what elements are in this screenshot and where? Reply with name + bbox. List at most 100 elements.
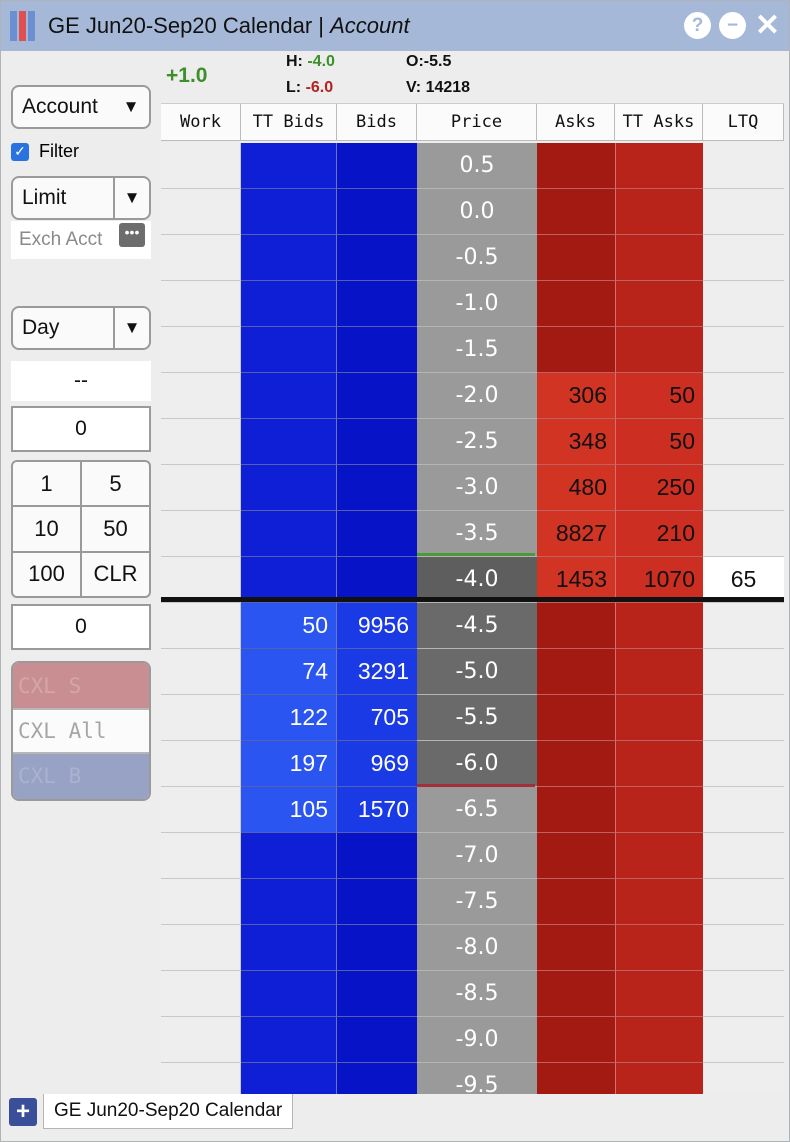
- asks-cell[interactable]: [537, 925, 615, 971]
- ladder-row[interactable]: 0.0: [161, 189, 784, 235]
- asks-cell[interactable]: [537, 971, 615, 1017]
- ltq-cell[interactable]: [703, 1017, 784, 1063]
- bids-cell[interactable]: [337, 419, 417, 465]
- bids-cell[interactable]: 3291: [337, 649, 417, 695]
- work-cell[interactable]: [161, 419, 241, 465]
- ladder-row[interactable]: 50 9956 -4.5: [161, 603, 784, 649]
- minimize-icon[interactable]: −: [719, 12, 746, 39]
- tt-asks-cell[interactable]: [615, 189, 703, 235]
- bids-cell[interactable]: [337, 143, 417, 189]
- tt-asks-cell[interactable]: [615, 741, 703, 787]
- tt-asks-cell[interactable]: [615, 281, 703, 327]
- tt-bids-cell[interactable]: 122: [241, 695, 337, 741]
- ladder-row[interactable]: 105 1570 -6.5: [161, 787, 784, 833]
- cancel-sell-button[interactable]: CXL S: [13, 663, 149, 709]
- work-cell[interactable]: [161, 833, 241, 879]
- asks-cell[interactable]: [537, 281, 615, 327]
- tt-bids-cell[interactable]: [241, 189, 337, 235]
- price-cell[interactable]: -7.0: [417, 833, 537, 879]
- asks-cell[interactable]: [537, 695, 615, 741]
- ladder-row[interactable]: -7.0: [161, 833, 784, 879]
- tt-bids-cell[interactable]: [241, 143, 337, 189]
- account-dropdown[interactable]: Account ▼: [11, 85, 151, 129]
- filter-checkbox-row[interactable]: ✓ Filter: [11, 141, 79, 162]
- price-cell[interactable]: -8.0: [417, 925, 537, 971]
- ladder-row[interactable]: -2.5 348 50: [161, 419, 784, 465]
- tt-bids-cell[interactable]: [241, 971, 337, 1017]
- asks-cell[interactable]: [537, 143, 615, 189]
- plus-icon[interactable]: +: [9, 1098, 37, 1126]
- column-header-work[interactable]: Work: [161, 103, 241, 141]
- asks-cell[interactable]: [537, 603, 615, 649]
- asks-cell[interactable]: 348: [537, 419, 615, 465]
- help-icon[interactable]: ?: [684, 12, 711, 39]
- price-cell[interactable]: -5.5: [417, 695, 537, 741]
- qty-button-5[interactable]: 5: [82, 462, 149, 506]
- work-cell[interactable]: [161, 235, 241, 281]
- bids-cell[interactable]: [337, 971, 417, 1017]
- asks-cell[interactable]: [537, 833, 615, 879]
- bids-cell[interactable]: [337, 1017, 417, 1063]
- ltq-cell[interactable]: [703, 649, 784, 695]
- ladder-row[interactable]: 0.5: [161, 143, 784, 189]
- ladder-row[interactable]: -1.0: [161, 281, 784, 327]
- tt-asks-cell[interactable]: [615, 971, 703, 1017]
- ladder-row[interactable]: -1.5: [161, 327, 784, 373]
- more-options-icon[interactable]: •••: [119, 223, 145, 247]
- tt-asks-cell[interactable]: [615, 649, 703, 695]
- tab-instrument[interactable]: GE Jun20-Sep20 Calendar: [43, 1094, 294, 1129]
- ltq-cell[interactable]: [703, 189, 784, 235]
- asks-cell[interactable]: 306: [537, 373, 615, 419]
- work-cell[interactable]: [161, 465, 241, 511]
- work-cell[interactable]: [161, 281, 241, 327]
- column-header-tt-asks[interactable]: TT Asks: [615, 103, 703, 141]
- ltq-cell[interactable]: [703, 511, 784, 557]
- asks-cell[interactable]: [537, 741, 615, 787]
- bids-cell[interactable]: [337, 879, 417, 925]
- price-cell[interactable]: 0.5: [417, 143, 537, 189]
- bids-cell[interactable]: [337, 465, 417, 511]
- tif-dropdown[interactable]: Day ▼: [11, 306, 151, 350]
- qty-button-1[interactable]: 1: [13, 462, 80, 506]
- ladder-row[interactable]: -3.0 480 250: [161, 465, 784, 511]
- tt-bids-cell[interactable]: [241, 419, 337, 465]
- qty-button-10[interactable]: 10: [13, 507, 80, 551]
- work-cell[interactable]: [161, 143, 241, 189]
- price-cell[interactable]: -2.5: [417, 419, 537, 465]
- ltq-cell[interactable]: [703, 373, 784, 419]
- tt-bids-cell[interactable]: [241, 465, 337, 511]
- title-bar[interactable]: GE Jun20-Sep20 Calendar | Account ? − ✕: [1, 1, 789, 51]
- bids-cell[interactable]: [337, 511, 417, 557]
- price-cell[interactable]: -0.5: [417, 235, 537, 281]
- cancel-buy-button[interactable]: CXL B: [13, 753, 149, 799]
- cancel-all-button[interactable]: CXL All: [13, 708, 149, 754]
- order-type-dropdown[interactable]: Limit ▼: [11, 176, 151, 220]
- quantity-field[interactable]: 0: [11, 406, 151, 452]
- tt-asks-cell[interactable]: 50: [615, 373, 703, 419]
- close-icon[interactable]: ✕: [754, 9, 781, 42]
- asks-cell[interactable]: [537, 649, 615, 695]
- price-cell[interactable]: 0.0: [417, 189, 537, 235]
- ladder-row[interactable]: 74 3291 -5.0: [161, 649, 784, 695]
- work-cell[interactable]: [161, 189, 241, 235]
- price-cell[interactable]: -4.5: [417, 603, 537, 649]
- bids-cell[interactable]: [337, 833, 417, 879]
- tt-bids-cell[interactable]: [241, 281, 337, 327]
- price-cell[interactable]: -8.5: [417, 971, 537, 1017]
- tt-bids-cell[interactable]: [241, 327, 337, 373]
- work-cell[interactable]: [161, 373, 241, 419]
- work-cell[interactable]: [161, 1017, 241, 1063]
- work-cell[interactable]: [161, 741, 241, 787]
- ltq-cell[interactable]: [703, 741, 784, 787]
- price-cell[interactable]: -3.5: [417, 511, 537, 557]
- ladder-row[interactable]: -7.5: [161, 879, 784, 925]
- ltq-cell[interactable]: [703, 419, 784, 465]
- tt-asks-cell[interactable]: [615, 879, 703, 925]
- bids-cell[interactable]: [337, 327, 417, 373]
- ladder-row[interactable]: -3.5 8827 210: [161, 511, 784, 557]
- ltq-cell[interactable]: [703, 787, 784, 833]
- tt-asks-cell[interactable]: [615, 235, 703, 281]
- work-cell[interactable]: [161, 603, 241, 649]
- price-cell[interactable]: -6.5: [417, 787, 537, 833]
- asks-cell[interactable]: [537, 327, 615, 373]
